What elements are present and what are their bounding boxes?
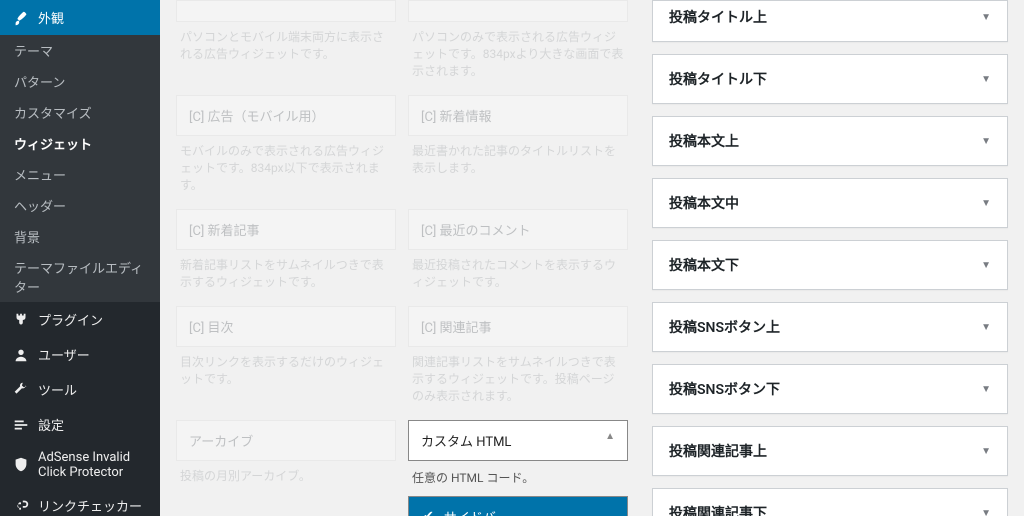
widget-custom-html-title: カスタム HTML [421, 435, 511, 450]
available-widgets-panel: パソコンとモバイル端末両方に表示される広告ウィジェットです。 パソコンのみで表示… [160, 0, 644, 516]
submenu-header[interactable]: ヘッダー [0, 190, 160, 221]
admin-sidebar: 外観 テーマ パターン カスタマイズ ウィジェット メニュー ヘッダー 背景 テ… [0, 0, 160, 516]
widget-area[interactable]: 投稿SNSボタン上 ▼ [652, 302, 1008, 352]
widget-block: パソコンのみで表示される広告ウィジェットです。834pxより大きな画面で表示され… [408, 0, 628, 83]
menu-adsense[interactable]: AdSense Invalid Click Protector [0, 442, 160, 488]
chevron-down-icon: ▼ [981, 136, 991, 147]
widget-area[interactable]: 投稿タイトル下 ▼ [652, 54, 1008, 104]
dropdown-item-sidebar[interactable]: ✔ サイドバー [409, 497, 627, 516]
chevron-down-icon: ▼ [981, 384, 991, 395]
widget-area[interactable]: 投稿SNSボタン下 ▼ [652, 364, 1008, 414]
widget-block: [C] 関連記事 関連記事リストをサムネイルつきで表示するウィジェットです。投稿… [408, 306, 628, 408]
menu-users[interactable]: ユーザー [0, 337, 160, 372]
widget-card[interactable]: [C] 目次 [176, 306, 396, 347]
widget-card[interactable] [176, 0, 396, 22]
submenu-pattern[interactable]: パターン [0, 66, 160, 97]
widget-desc: パソコンとモバイル端末両方に表示される広告ウィジェットです。 [176, 22, 396, 66]
widget-block: アーカイブ 投稿の月別アーカイブ。 [176, 420, 396, 516]
wrench-icon [12, 381, 30, 399]
link-icon [12, 497, 30, 515]
widget-desc: 最近書かれた記事のタイトルリストを表示します。 [408, 136, 628, 180]
widget-card[interactable]: [C] 最近のコメント [408, 209, 628, 250]
dropdown-item-label: サイドバー [444, 507, 509, 516]
menu-plugins[interactable]: プラグイン [0, 302, 160, 337]
user-icon [12, 346, 30, 364]
widget-desc: 目次リンクを表示するだけのウィジェットです。 [176, 347, 396, 391]
widget-custom-html-block: カスタム HTML ▲ 任意の HTML コード。 ✔ サイドバー [408, 420, 628, 516]
widget-desc: 最近投稿されたコメントを表示するウィジェットです。 [408, 250, 628, 294]
widget-block: [C] 広告（モバイル用） モバイルのみで表示される広告ウィジェットです。834… [176, 95, 396, 197]
widget-area-title: 投稿タイトル下 [669, 69, 767, 89]
appearance-submenu: テーマ パターン カスタマイズ ウィジェット メニュー ヘッダー 背景 テーマフ… [0, 35, 160, 302]
widget-area-dropdown: ✔ サイドバー [408, 496, 628, 516]
menu-tools[interactable]: ツール [0, 372, 160, 407]
chevron-down-icon: ▼ [981, 198, 991, 209]
check-icon: ✔ [423, 509, 434, 516]
chevron-down-icon: ▼ [981, 260, 991, 271]
menu-plugins-label: プラグイン [38, 310, 103, 329]
widget-area[interactable]: 投稿本文中 ▼ [652, 178, 1008, 228]
widget-area[interactable]: 投稿関連記事下 ▼ [652, 488, 1008, 516]
submenu-customize[interactable]: カスタマイズ [0, 97, 160, 128]
widget-area-title: 投稿タイトル上 [669, 7, 767, 27]
widget-block: [C] 目次 目次リンクを表示するだけのウィジェットです。 [176, 306, 396, 408]
submenu-widgets[interactable]: ウィジェット [0, 128, 160, 159]
menu-tools-label: ツール [38, 380, 77, 399]
widget-area[interactable]: 投稿タイトル上 ▼ [652, 0, 1008, 42]
widget-area[interactable]: 投稿関連記事上 ▼ [652, 426, 1008, 476]
chevron-down-icon: ▼ [981, 12, 991, 23]
widget-card[interactable]: [C] 新着記事 [176, 209, 396, 250]
widget-desc: パソコンのみで表示される広告ウィジェットです。834pxより大きな画面で表示され… [408, 22, 628, 83]
widget-block: パソコンとモバイル端末両方に表示される広告ウィジェットです。 [176, 0, 396, 83]
widget-desc: モバイルのみで表示される広告ウィジェットです。834px以下で表示されます。 [176, 136, 396, 197]
submenu-theme[interactable]: テーマ [0, 35, 160, 66]
widget-block: [C] 新着記事 新着記事リストをサムネイルつきで表示するウィジェットです。 [176, 209, 396, 294]
sliders-icon [12, 416, 30, 434]
submenu-theme-editor[interactable]: テーマファイルエディター [0, 252, 160, 302]
chevron-down-icon: ▼ [981, 74, 991, 85]
widget-card[interactable] [408, 0, 628, 22]
widget-desc: 投稿の月別アーカイブ。 [176, 461, 396, 488]
widget-area[interactable]: 投稿本文下 ▼ [652, 240, 1008, 290]
menu-linkchecker-label: リンクチェッカー [38, 496, 142, 515]
widget-desc: 関連記事リストをサムネイルつきで表示するウィジェットです。投稿ページのみ表示され… [408, 347, 628, 408]
widget-areas-panel: 投稿タイトル上 ▼ 投稿タイトル下 ▼ 投稿本文上 ▼ 投稿本文中 ▼ 投稿本文… [644, 0, 1024, 516]
widget-grid: パソコンとモバイル端末両方に表示される広告ウィジェットです。 パソコンのみで表示… [176, 0, 628, 516]
menu-appearance[interactable]: 外観 [0, 0, 160, 35]
menu-settings[interactable]: 設定 [0, 407, 160, 442]
widget-card[interactable]: [C] 広告（モバイル用） [176, 95, 396, 136]
widget-area-title: 投稿本文上 [669, 131, 739, 151]
chevron-down-icon: ▼ [981, 508, 991, 516]
widget-card[interactable]: [C] 新着情報 [408, 95, 628, 136]
main-content: パソコンとモバイル端末両方に表示される広告ウィジェットです。 パソコンのみで表示… [160, 0, 1024, 516]
shield-icon [12, 456, 30, 474]
submenu-background[interactable]: 背景 [0, 221, 160, 252]
widget-custom-html-desc: 任意の HTML コード。 [408, 461, 628, 492]
widget-card[interactable]: [C] 関連記事 [408, 306, 628, 347]
widget-area-title: 投稿関連記事上 [669, 441, 767, 461]
widget-area-title: 投稿関連記事下 [669, 503, 767, 516]
app-root: 外観 テーマ パターン カスタマイズ ウィジェット メニュー ヘッダー 背景 テ… [0, 0, 1024, 516]
brush-icon [12, 9, 30, 27]
menu-linkchecker[interactable]: リンクチェッカー [0, 488, 160, 516]
plug-icon [12, 311, 30, 329]
widget-area-title: 投稿本文中 [669, 193, 739, 213]
widget-area[interactable]: 投稿本文上 ▼ [652, 116, 1008, 166]
widget-custom-html-card[interactable]: カスタム HTML ▲ [408, 420, 628, 461]
menu-users-label: ユーザー [38, 345, 90, 364]
menu-appearance-label: 外観 [38, 8, 64, 27]
widget-block: [C] 最近のコメント 最近投稿されたコメントを表示するウィジェットです。 [408, 209, 628, 294]
widget-area-title: 投稿本文下 [669, 255, 739, 275]
chevron-down-icon: ▼ [981, 446, 991, 457]
widget-card[interactable]: アーカイブ [176, 420, 396, 461]
widget-area-title: 投稿SNSボタン上 [669, 317, 780, 337]
widget-desc: 新着記事リストをサムネイルつきで表示するウィジェットです。 [176, 250, 396, 294]
menu-adsense-label: AdSense Invalid Click Protector [38, 450, 148, 480]
submenu-menu[interactable]: メニュー [0, 159, 160, 190]
widget-area-title: 投稿SNSボタン下 [669, 379, 780, 399]
widget-block: [C] 新着情報 最近書かれた記事のタイトルリストを表示します。 [408, 95, 628, 197]
menu-settings-label: 設定 [38, 415, 64, 434]
chevron-up-icon: ▲ [605, 431, 615, 442]
chevron-down-icon: ▼ [981, 322, 991, 333]
